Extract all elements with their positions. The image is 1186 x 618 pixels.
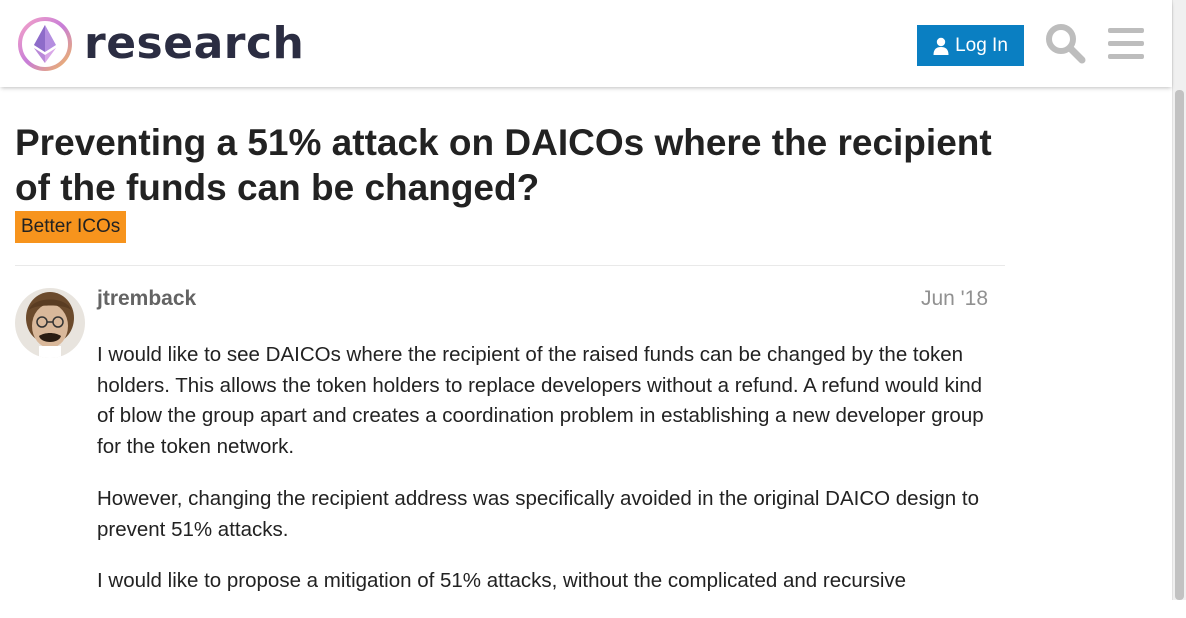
- hamburger-menu-icon: [1108, 28, 1144, 59]
- post-paragraph: I would like to see DAICOs where the rec…: [97, 343, 984, 459]
- site-logo-link[interactable]: research: [16, 14, 304, 74]
- site-name: research: [84, 18, 305, 69]
- post-author-username[interactable]: jtremback: [97, 287, 196, 311]
- scrollbar-thumb[interactable]: [1175, 90, 1184, 600]
- page-scrollbar[interactable]: [1172, 0, 1186, 600]
- post-paragraph: I would like to propose a mitigation of …: [97, 569, 907, 593]
- hamburger-menu-button[interactable]: [1106, 24, 1146, 64]
- ethereum-research-logo-icon: [18, 17, 72, 71]
- login-button[interactable]: Log In: [917, 25, 1024, 66]
- topic-title[interactable]: Preventing a 51% attack on DAICOs where …: [15, 120, 1035, 210]
- title-divider: [15, 265, 1005, 266]
- login-button-label: Log In: [955, 34, 1008, 56]
- user-icon: [933, 37, 949, 55]
- avatar-image: [15, 288, 85, 358]
- site-header: research Log In: [0, 0, 1172, 87]
- user-avatar[interactable]: [15, 288, 85, 358]
- post-body: I would like to see DAICOs where the rec…: [97, 340, 997, 618]
- search-icon: [1046, 24, 1086, 64]
- category-badge[interactable]: Better ICOs: [15, 211, 127, 243]
- post-date[interactable]: Jun '18: [900, 287, 988, 311]
- search-button[interactable]: [1044, 22, 1086, 64]
- post-paragraph: However, changing the recipient address …: [97, 486, 979, 541]
